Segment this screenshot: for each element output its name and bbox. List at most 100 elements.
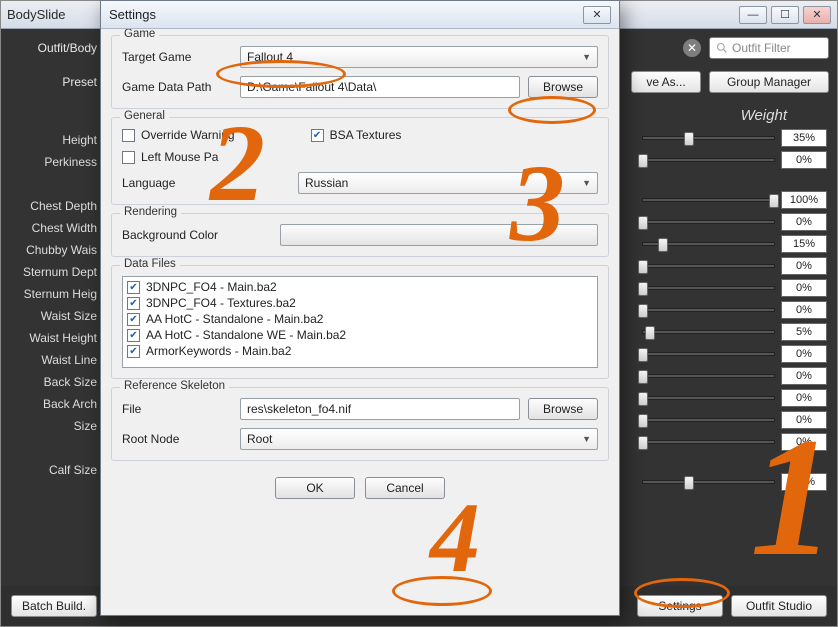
slider-track[interactable] (642, 330, 775, 334)
cancel-button[interactable]: Cancel (365, 477, 445, 499)
override-warning-checkbox[interactable]: Override Warning (122, 128, 235, 142)
slider-value[interactable]: 0% (781, 213, 827, 231)
slider-thumb[interactable] (638, 260, 648, 274)
browse-skel-button[interactable]: Browse (528, 398, 598, 420)
slider-track[interactable] (642, 158, 775, 162)
left-mouse-checkbox[interactable]: Left Mouse Pa (122, 150, 218, 164)
slider-track[interactable] (642, 480, 775, 484)
slider-label: Sternum Dept (5, 261, 101, 283)
data-file-item[interactable]: ✔ 3DNPC_FO4 - Textures.ba2 (125, 295, 595, 311)
checkbox-icon: ✔ (127, 297, 140, 310)
slider-thumb[interactable] (638, 370, 648, 384)
slider-row: 100% (642, 191, 827, 209)
data-file-name: 3DNPC_FO4 - Textures.ba2 (146, 296, 296, 310)
slider-track[interactable] (642, 264, 775, 268)
checkbox-icon: ✔ (127, 345, 140, 358)
slider-value[interactable]: 35% (781, 129, 827, 147)
slider-track[interactable] (642, 198, 775, 202)
checkbox-icon (122, 151, 135, 164)
data-file-item[interactable]: ✔3DNPC_FO4 - Main.ba2 (125, 279, 595, 295)
slider-row: 0% (642, 367, 827, 385)
slider-thumb[interactable] (638, 154, 648, 168)
slider-track[interactable] (642, 136, 775, 140)
slider-label: Back Size (5, 371, 101, 393)
save-as-button[interactable]: ve As... (631, 71, 701, 93)
browse-data-path-button[interactable]: Browse (528, 76, 598, 98)
slider-label: Back Arch (5, 393, 101, 415)
dialog-close-button[interactable]: ✕ (583, 6, 611, 24)
preset-label: Preset (9, 75, 97, 89)
slider-track[interactable] (642, 440, 775, 444)
slider-value[interactable]: 35% (781, 473, 827, 491)
data-files-list[interactable]: ✔3DNPC_FO4 - Main.ba2✔3DNPC_FO4 - Textur… (122, 276, 598, 368)
group-manager-button[interactable]: Group Manager (709, 71, 829, 93)
slider-value[interactable]: 100% (781, 191, 827, 209)
slider-row: 0% (642, 279, 827, 297)
slider-row: 0% (642, 213, 827, 231)
slider-thumb[interactable] (684, 476, 694, 490)
ok-button[interactable]: OK (275, 477, 355, 499)
slider-row: 0% (642, 345, 827, 363)
slider-row: 0% (642, 411, 827, 429)
bsa-textures-checkbox[interactable]: ✔ BSA Textures (311, 128, 402, 142)
slider-value[interactable]: 0% (781, 389, 827, 407)
data-file-item[interactable]: ✔ArmorKeywords - Main.ba2 (125, 343, 595, 359)
data-path-value: D:\Game\Fallout 4\Data\ (247, 80, 376, 94)
data-path-input[interactable]: D:\Game\Fallout 4\Data\ (240, 76, 520, 98)
checkbox-icon: ✔ (311, 129, 324, 142)
slider-track[interactable] (642, 220, 775, 224)
slider-value[interactable]: 0% (781, 257, 827, 275)
slider-value[interactable]: 15% (781, 235, 827, 253)
settings-button[interactable]: Settings (637, 595, 723, 617)
outfit-studio-button[interactable]: Outfit Studio (731, 595, 827, 617)
slider-track[interactable] (642, 374, 775, 378)
checkbox-icon: ✔ (127, 313, 140, 326)
slider-track[interactable] (642, 396, 775, 400)
slider-label: Waist Height (5, 327, 101, 349)
outfit-filter-input[interactable]: Outfit Filter (709, 37, 829, 59)
slider-label (5, 437, 101, 459)
slider-track[interactable] (642, 242, 775, 246)
maximize-button[interactable]: ☐ (771, 6, 799, 24)
target-game-combo[interactable]: Fallout 4 ▼ (240, 46, 598, 68)
data-file-item[interactable]: ✔ AA HotC - Standalone - Main.ba2 (125, 311, 595, 327)
slider-track[interactable] (642, 352, 775, 356)
slider-value[interactable]: 0% (781, 411, 827, 429)
left-mouse-label: Left Mouse Pa (141, 150, 218, 164)
slider-thumb[interactable] (769, 194, 779, 208)
slider-thumb[interactable] (638, 436, 648, 450)
slider-thumb[interactable] (638, 282, 648, 296)
app-title: BodySlide (7, 7, 66, 22)
slider-thumb[interactable] (638, 414, 648, 428)
slider-thumb[interactable] (645, 326, 655, 340)
slider-track[interactable] (642, 286, 775, 290)
bg-color-button[interactable] (280, 224, 598, 246)
slider-value[interactable]: 0% (781, 279, 827, 297)
clear-outfit-icon[interactable]: ✕ (683, 39, 701, 57)
dialog-body: Game Target Game Fallout 4 ▼ Game Data P… (101, 29, 619, 615)
language-combo[interactable]: Russian ▼ (298, 172, 598, 194)
slider-track[interactable] (642, 308, 775, 312)
slider-thumb[interactable] (638, 348, 648, 362)
slider-thumb[interactable] (638, 304, 648, 318)
root-node-combo[interactable]: Root ▼ (240, 428, 598, 450)
slider-value[interactable]: 0% (781, 301, 827, 319)
slider-row: 35% (642, 129, 827, 147)
close-button[interactable]: ✕ (803, 6, 831, 24)
slider-track[interactable] (642, 418, 775, 422)
slider-thumb[interactable] (638, 216, 648, 230)
slider-value[interactable]: 0% (781, 151, 827, 169)
slider-value[interactable]: 0% (781, 367, 827, 385)
skel-file-input[interactable]: res\skeleton_fo4.nif (240, 398, 520, 420)
slider-thumb[interactable] (658, 238, 668, 252)
slider-value[interactable]: 5% (781, 323, 827, 341)
slider-value[interactable]: 0% (781, 433, 827, 451)
data-file-name: 3DNPC_FO4 - Main.ba2 (146, 280, 277, 294)
slider-thumb[interactable] (684, 132, 694, 146)
slider-value[interactable]: 0% (781, 345, 827, 363)
data-file-item[interactable]: ✔AA HotC - Standalone WE - Main.ba2 (125, 327, 595, 343)
data-file-name: AA HotC - Standalone - Main.ba2 (146, 312, 323, 326)
batch-build-button[interactable]: Batch Build. (11, 595, 97, 617)
slider-thumb[interactable] (638, 392, 648, 406)
minimize-button[interactable]: — (739, 6, 767, 24)
